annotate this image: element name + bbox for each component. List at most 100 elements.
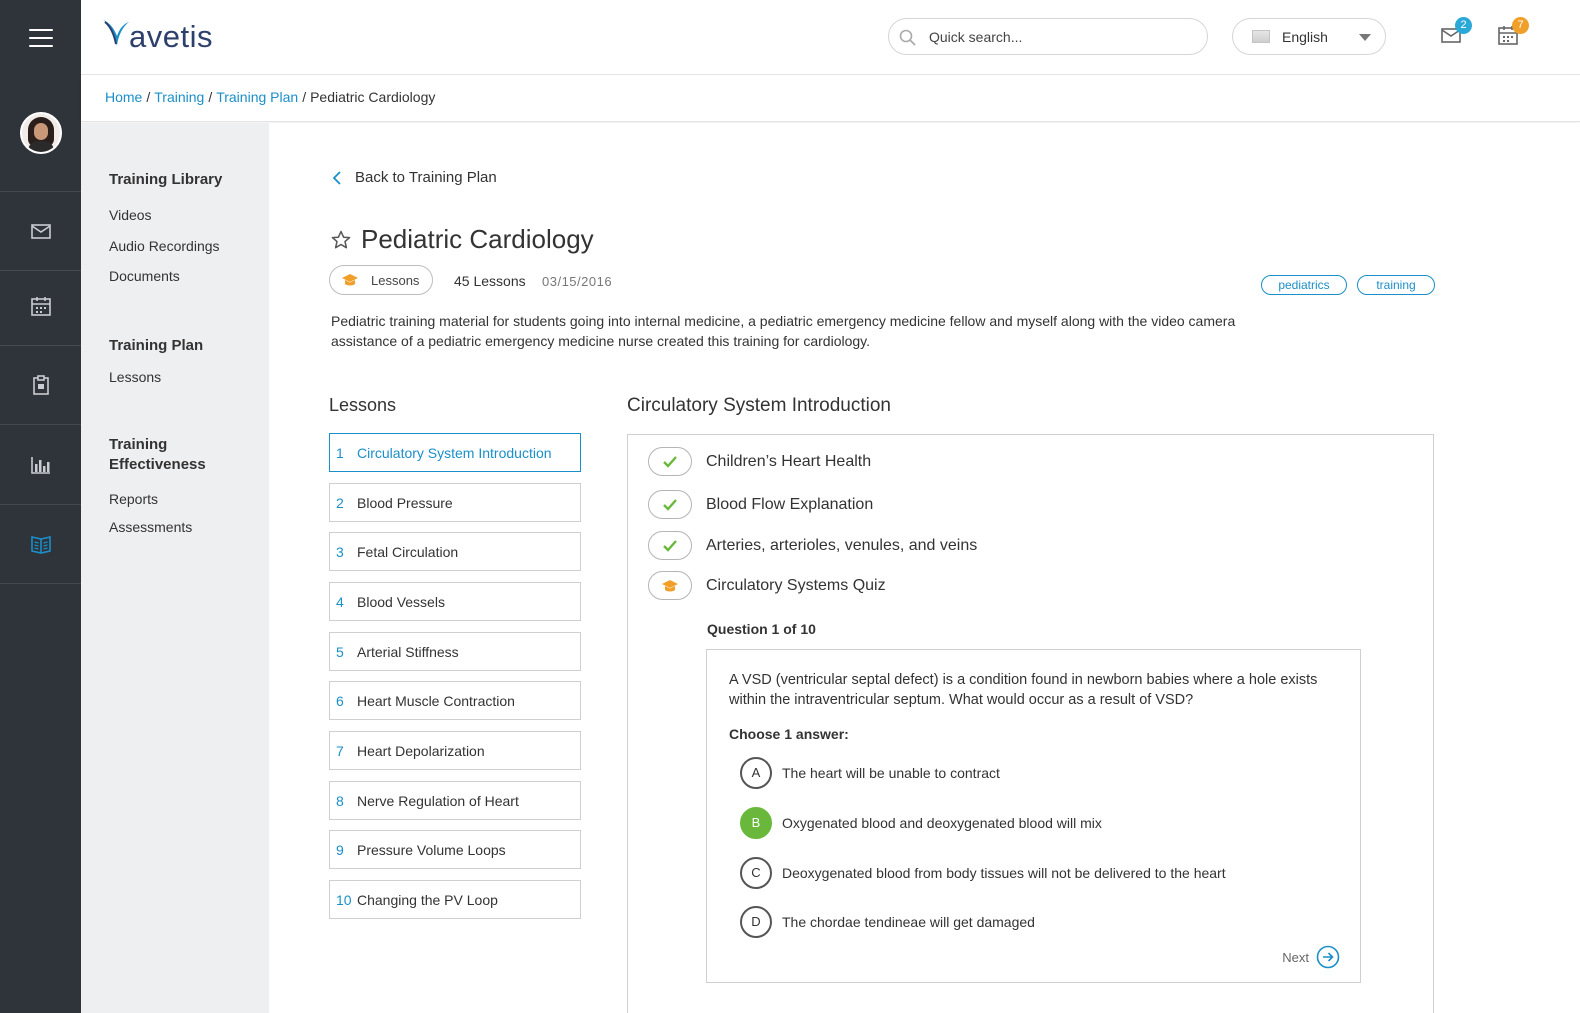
lesson-label: Pressure Volume Loops (357, 841, 506, 858)
lesson-detail-panel: Children’s Heart Health Blood Flow Expla… (627, 434, 1434, 1013)
quiz-status-pill (648, 571, 692, 600)
lesson-number: 4 (336, 593, 344, 610)
graduation-cap-icon (662, 579, 678, 591)
flag-icon (1252, 30, 1270, 43)
lesson-label: Arterial Stiffness (357, 643, 459, 660)
main-content: Back to Training Plan Pediatric Cardiolo… (269, 123, 1580, 1013)
sidebar-heading-line: Effectiveness (109, 456, 206, 473)
sidebar-heading-line: Training (109, 436, 168, 453)
complete-status-pill (648, 490, 692, 519)
option-text: The heart will be unable to contract (782, 765, 1000, 781)
lesson-item[interactable]: 7 Heart Depolarization (329, 731, 581, 770)
tag-pediatrics[interactable]: pediatrics (1261, 275, 1347, 295)
lessons-type-pill[interactable]: Lessons (329, 265, 433, 295)
lesson-number: 2 (336, 494, 344, 511)
lesson-item[interactable]: 9 Pressure Volume Loops (329, 830, 581, 869)
rail-training-button[interactable] (0, 505, 81, 584)
option-text: The chordae tendineae will get damaged (782, 914, 1035, 930)
logo[interactable]: avetis (101, 16, 213, 52)
lesson-number: 6 (336, 692, 344, 709)
complete-status-pill (648, 531, 692, 560)
mail-icon (30, 224, 51, 239)
step-label: Circulatory Systems Quiz (706, 576, 886, 594)
lesson-number: 9 (336, 841, 344, 858)
lesson-item[interactable]: 6 Heart Muscle Contraction (329, 681, 581, 720)
answer-option-c[interactable]: C Deoxygenated blood from body tissues w… (740, 857, 1226, 889)
back-label: Back to Training Plan (355, 169, 497, 186)
step-item[interactable]: Arteries, arterioles, venules, and veins (648, 531, 977, 560)
next-button[interactable]: Next (1282, 945, 1340, 969)
hamburger-icon (28, 28, 53, 47)
breadcrumb-home[interactable]: Home (105, 89, 142, 105)
sidebar-item-assessments[interactable]: Assessments (109, 519, 192, 535)
lesson-number: 5 (336, 643, 344, 660)
top-header: avetis English 2 7 (81, 0, 1580, 75)
lesson-item[interactable]: 5 Arterial Stiffness (329, 632, 581, 671)
step-item[interactable]: Circulatory Systems Quiz (648, 571, 886, 600)
rail-calendar-button[interactable] (0, 267, 81, 346)
graduation-cap-icon (342, 274, 358, 286)
language-select[interactable]: English (1232, 18, 1386, 55)
sidebar-item-lessons[interactable]: Lessons (109, 369, 161, 385)
lesson-number: 1 (336, 444, 344, 461)
calendar-button[interactable]: 7 (1497, 17, 1529, 48)
rail-reports-button[interactable] (0, 426, 81, 505)
mail-button[interactable]: 2 (1440, 17, 1472, 48)
secondary-sidebar: Training Library Videos Audio Recordings… (81, 123, 269, 1013)
step-item[interactable]: Blood Flow Explanation (648, 490, 873, 519)
lesson-item[interactable]: 8 Nerve Regulation of Heart (329, 781, 581, 820)
language-label: English (1282, 28, 1328, 45)
checkmark-icon (663, 455, 677, 468)
sidebar-item-videos[interactable]: Videos (109, 207, 152, 223)
option-text: Oxygenated blood and deoxygenated blood … (782, 815, 1102, 831)
option-letter-selected: B (740, 807, 772, 839)
lesson-item[interactable]: 4 Blood Vessels (329, 582, 581, 621)
option-letter: A (740, 757, 772, 789)
lesson-item[interactable]: 1 Circulatory System Introduction (329, 433, 581, 472)
answer-option-d[interactable]: D The chordae tendineae will get damaged (740, 906, 1035, 938)
answer-option-a[interactable]: A The heart will be unable to contract (740, 757, 1000, 789)
lesson-number: 10 (336, 891, 352, 908)
breadcrumb-bar: Home / Training / Training Plan / Pediatric Ca… (81, 76, 1580, 122)
rail-clipboard-button[interactable] (0, 346, 81, 425)
step-item[interactable]: Children’s Heart Health (648, 447, 871, 476)
menu-button[interactable] (0, 0, 81, 75)
sidebar-heading-training-library: Training Library (109, 171, 223, 188)
course-date: 03/15/2016 (542, 274, 613, 289)
answer-option-b[interactable]: B Oxygenated blood and deoxygenated bloo… (740, 807, 1102, 839)
sidebar-item-documents[interactable]: Documents (109, 268, 180, 284)
lesson-label: Fetal Circulation (357, 543, 459, 560)
back-to-training-plan-link[interactable]: Back to Training Plan (331, 169, 497, 186)
question-text: A VSD (ventricular septal defect) is a c… (729, 672, 1318, 708)
lesson-item[interactable]: 3 Fetal Circulation (329, 532, 581, 571)
rail-mail-button[interactable] (0, 192, 81, 271)
question-card: A VSD (ventricular septal defect) is a c… (706, 649, 1361, 983)
chevron-down-icon (1359, 34, 1371, 41)
sidebar-item-reports[interactable]: Reports (109, 491, 158, 507)
checkmark-icon (663, 539, 677, 552)
lesson-label: Blood Vessels (357, 593, 445, 610)
breadcrumb-training-plan[interactable]: Training Plan (216, 89, 298, 105)
lesson-label: Changing the PV Loop (357, 891, 498, 908)
lesson-item[interactable]: 10 Changing the PV Loop (329, 880, 581, 919)
star-icon[interactable] (331, 230, 351, 250)
tag-training[interactable]: training (1357, 275, 1435, 295)
lesson-item[interactable]: 2 Blood Pressure (329, 483, 581, 522)
sidebar-heading-training-plan: Training Plan (109, 337, 204, 354)
breadcrumb-training[interactable]: Training (154, 89, 204, 105)
lesson-label: Circulatory System Introduction (357, 444, 552, 461)
avatar[interactable] (19, 112, 62, 154)
lesson-label: Heart Muscle Contraction (357, 692, 515, 709)
book-icon (30, 536, 51, 554)
mail-badge: 2 (1455, 17, 1472, 34)
step-label: Arteries, arterioles, venules, and veins (706, 536, 978, 554)
option-letter: D (740, 906, 772, 938)
lesson-number: 8 (336, 792, 344, 809)
search-icon (899, 29, 916, 46)
sidebar-item-audio-recordings[interactable]: Audio Recordings (109, 238, 220, 254)
quick-search[interactable] (888, 18, 1208, 55)
lesson-number: 3 (336, 543, 344, 560)
lessons-heading: Lessons (329, 395, 397, 415)
search-input[interactable] (929, 28, 1189, 45)
option-text: Deoxygenated blood from body tissues wil… (782, 865, 1226, 881)
